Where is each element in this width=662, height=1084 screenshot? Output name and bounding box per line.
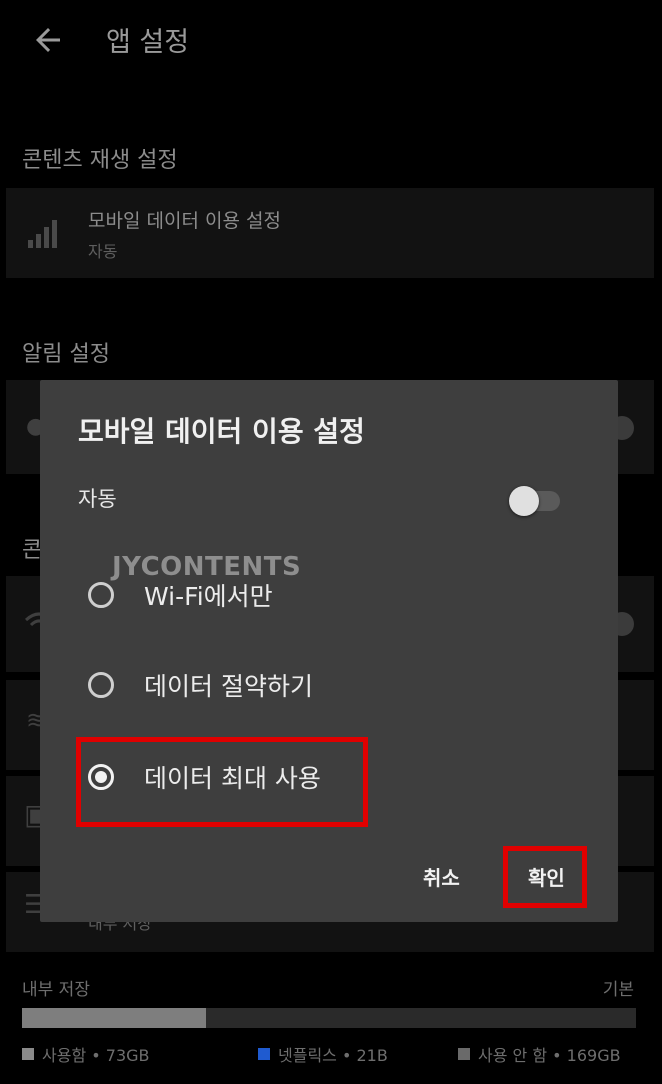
option-data-saver[interactable]: 데이터 절약하기 [88,660,313,710]
playback-section-title: 콘텐츠 재생 설정 [22,148,178,173]
page-title: 앱 설정 [106,27,190,58]
legend-swatch-used [22,1048,34,1060]
mobile-data-dialog: 모바일 데이터 이용 설정 자동 JYCONTENTS Wi-Fi에서만 데이터… [40,380,618,922]
highlight-box-max-data [76,737,368,827]
storage-legend-netflix: 넷플릭스 • 21B [258,1042,388,1066]
mobile-data-title: 모바일 데이터 이용 설정 [88,210,281,232]
notifications-section-title: 알림 설정 [22,342,110,367]
arrow-left-icon[interactable] [30,22,66,58]
dialog-title: 모바일 데이터 이용 설정 [78,415,365,448]
highlight-box-confirm [503,846,587,908]
option-wifi-only[interactable]: Wi-Fi에서만 [88,570,273,620]
mobile-data-setting-row[interactable]: 모바일 데이터 이용 설정 자동 [6,188,654,278]
auto-label: 자동 [78,487,117,511]
radio-wifi-only[interactable] [88,582,114,608]
legend-free-label: 사용 안 함 • 169GB [478,1046,621,1065]
storage-legend-free: 사용 안 함 • 169GB [458,1042,621,1066]
legend-used-label: 사용함 • 73GB [42,1046,150,1065]
storage-label: 내부 저장 [22,980,90,1000]
legend-netflix-label: 넷플릭스 • 21B [278,1046,388,1065]
legend-swatch-free [458,1048,470,1060]
storage-legend-used: 사용함 • 73GB [22,1042,150,1066]
storage-default-label: 기본 [602,980,634,1000]
storage-used-fill [22,1008,207,1028]
cancel-button[interactable]: 취소 [423,862,460,891]
storage-bar [22,1008,636,1028]
option-wifi-only-label: Wi-Fi에서만 [144,582,273,611]
legend-swatch-netflix [258,1048,270,1060]
auto-toggle-thumb[interactable] [509,486,539,516]
option-data-saver-label: 데이터 절약하기 [144,672,313,701]
radio-data-saver[interactable] [88,672,114,698]
mobile-data-value: 자동 [88,242,118,261]
signal-bars-icon [28,220,57,248]
